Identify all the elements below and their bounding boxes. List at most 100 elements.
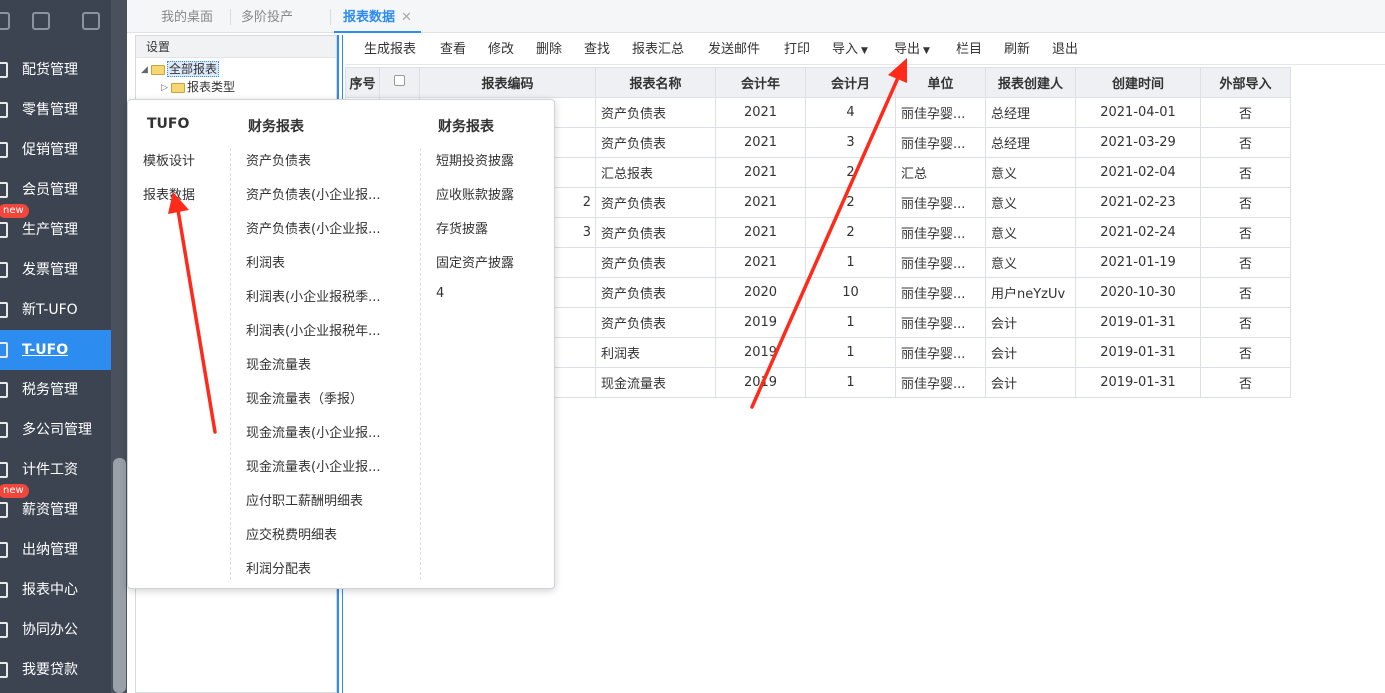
sidebar-item-label: 计件工资: [22, 462, 78, 478]
menu-item-icon: [0, 662, 8, 678]
toolbar: 生成报表 查看 修改 删除 查找 报表汇总 发送邮件 打印 导入 ▼ 导出 ▼ 栏目…: [345, 35, 1385, 65]
generate-report-button[interactable]: 生成报表: [364, 35, 416, 65]
cell-year: 2021: [715, 187, 806, 218]
sidebar-item-label: 零售管理: [22, 102, 78, 118]
print-button[interactable]: 打印: [784, 35, 810, 65]
popup-menu-item[interactable]: 应交税费明细表: [246, 524, 337, 543]
popup-menu-item[interactable]: 资产负债表(小企业报...: [246, 218, 380, 237]
col-unit[interactable]: 单位: [895, 67, 986, 98]
send-email-button[interactable]: 发送邮件: [708, 35, 760, 65]
sidebar-item-label: 会员管理: [22, 182, 78, 198]
menu-icon[interactable]: [0, 12, 10, 30]
col-external[interactable]: 外部导入: [1200, 67, 1291, 98]
tree-node-report-type[interactable]: ▷ 报表类型: [161, 79, 235, 96]
col-code[interactable]: 报表编码: [419, 67, 596, 98]
sidebar-item-13[interactable]: 报表中心: [0, 570, 111, 610]
cell-name: 资产负债表: [595, 307, 716, 338]
import-button[interactable]: 导入 ▼: [832, 35, 868, 65]
sidebar-item-0[interactable]: 配货管理: [0, 50, 111, 90]
sidebar-item-7[interactable]: T-UFO: [0, 330, 111, 370]
col-select[interactable]: [379, 67, 420, 98]
cell-external: 否: [1200, 97, 1291, 128]
columns-button[interactable]: 栏目: [956, 35, 982, 65]
cell-created: 2021-02-24: [1075, 217, 1201, 248]
popup-menu-item[interactable]: 4: [436, 286, 444, 301]
popup-menu-item[interactable]: 存货披露: [436, 218, 488, 237]
sidebar-item-6[interactable]: 新T-UFO: [0, 290, 111, 330]
popup-menu-item[interactable]: 资产负债表(小企业报...: [246, 184, 380, 203]
col-month[interactable]: 会计月: [805, 67, 896, 98]
delete-button[interactable]: 删除: [536, 35, 562, 65]
cell-name: 现金流量表: [595, 367, 716, 398]
menu-item-icon: [0, 422, 8, 438]
popup-menu-item[interactable]: 现金流量表(小企业报...: [246, 456, 380, 475]
sidebar-item-label: 多公司管理: [22, 422, 92, 438]
col-year[interactable]: 会计年: [715, 67, 806, 98]
popup-menu-item[interactable]: 利润表(小企业报税年...: [246, 320, 380, 339]
sidebar-item-label: 生产管理: [22, 222, 78, 238]
close-icon[interactable]: ✕: [401, 10, 412, 25]
folder-open-icon: [151, 64, 165, 75]
popup-menu-item[interactable]: 固定资产披露: [436, 252, 514, 271]
sidebar-item-label: 薪资管理: [22, 502, 78, 518]
col-name[interactable]: 报表名称: [595, 67, 716, 98]
sidebar-item-15[interactable]: 我要贷款: [0, 650, 111, 690]
tab-bar: 我的桌面 多阶投产 报表数据 ✕: [127, 0, 1385, 33]
edit-icon[interactable]: [82, 12, 100, 30]
caret-down-icon[interactable]: ◢: [141, 62, 151, 78]
sidebar-item-4[interactable]: 生产管理 new: [0, 204, 111, 250]
refresh-button[interactable]: 刷新: [1004, 35, 1030, 65]
find-button[interactable]: 查找: [584, 35, 610, 65]
menu-item-icon: [0, 142, 8, 158]
sidebar-item-12[interactable]: 出纳管理: [0, 530, 111, 570]
popup-menu-item[interactable]: 报表数据: [143, 184, 195, 203]
edit-button[interactable]: 修改: [488, 35, 514, 65]
popup-menu-item[interactable]: 应付职工薪酬明细表: [246, 490, 363, 509]
menu-item-icon: [0, 62, 8, 78]
tab-report-data[interactable]: 报表数据 ✕: [334, 0, 421, 33]
popup-menu-item[interactable]: 利润表(小企业报税季...: [246, 286, 380, 305]
popup-menu-item[interactable]: 资产负债表: [246, 150, 311, 169]
sidebar-item-2[interactable]: 促销管理: [0, 130, 111, 170]
popup-menu-item[interactable]: 现金流量表（季报）: [246, 388, 363, 407]
sidebar-item-label: 税务管理: [22, 382, 78, 398]
popup-menu-item[interactable]: 利润分配表: [246, 558, 311, 577]
popup-menu-item[interactable]: 现金流量表: [246, 354, 311, 373]
popup-menu-item[interactable]: 利润表: [246, 252, 285, 271]
sidebar-item-8[interactable]: 税务管理: [0, 370, 111, 410]
sidebar-item-14[interactable]: 协同办公: [0, 610, 111, 650]
col-created[interactable]: 创建时间: [1075, 67, 1201, 98]
popup-menu-item[interactable]: 模板设计: [143, 150, 195, 169]
popup-menu-item[interactable]: 现金流量表(小企业报...: [246, 422, 380, 441]
caret-right-icon[interactable]: ▷: [161, 80, 171, 96]
summary-button[interactable]: 报表汇总: [632, 35, 684, 65]
cell-external: 否: [1200, 277, 1291, 308]
exit-button[interactable]: 退出: [1052, 35, 1078, 65]
sidebar-item-9[interactable]: 多公司管理: [0, 410, 111, 450]
sidebar-item-11[interactable]: 薪资管理 new: [0, 484, 111, 530]
cell-name: 资产负债表: [595, 247, 716, 278]
menu-item-icon: [0, 462, 8, 478]
export-button[interactable]: 导出 ▼: [894, 35, 930, 65]
col-index[interactable]: 序号: [345, 67, 380, 98]
cell-year: 2021: [715, 127, 806, 158]
sidebar-scroll-thumb[interactable]: [113, 458, 126, 693]
cell-year: 2021: [715, 217, 806, 248]
cell-external: 否: [1200, 157, 1291, 188]
tab-multi-stage[interactable]: 多阶投产: [241, 0, 293, 33]
menu-item-icon: [0, 302, 8, 318]
tree-node-all-reports[interactable]: ◢ 全部报表: [141, 61, 220, 78]
tab-divider: [230, 9, 231, 25]
select-all-checkbox[interactable]: [394, 75, 405, 86]
cell-unit: 丽佳孕婴...: [895, 217, 986, 248]
tab-desktop[interactable]: 我的桌面: [161, 0, 213, 33]
sidebar-item-5[interactable]: 发票管理: [0, 250, 111, 290]
search-icon[interactable]: [32, 12, 50, 30]
sidebar-item-1[interactable]: 零售管理: [0, 90, 111, 130]
popup-menu-item[interactable]: 应收账款披露: [436, 184, 514, 203]
cell-external: 否: [1200, 217, 1291, 248]
col-creator[interactable]: 报表创建人: [985, 67, 1076, 98]
view-button[interactable]: 查看: [440, 35, 466, 65]
cell-creator: 用户neYzUv: [985, 277, 1076, 308]
popup-menu-item[interactable]: 短期投资披露: [436, 150, 514, 169]
